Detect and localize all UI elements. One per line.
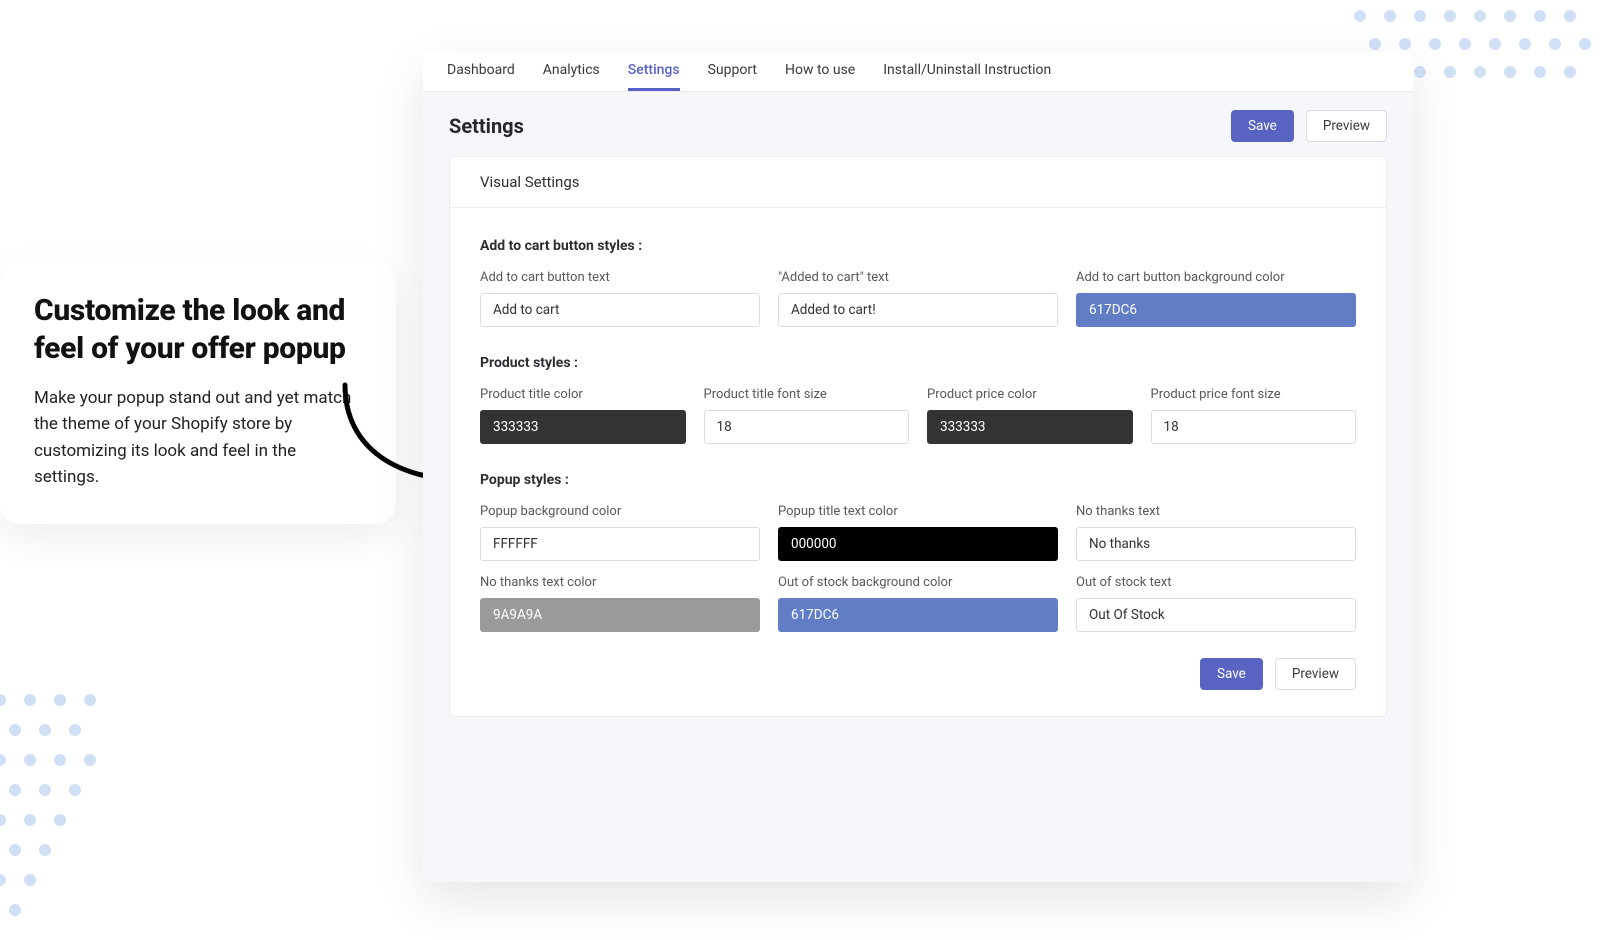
- decorative-dots-bottom-left: [0, 680, 180, 940]
- tab-howtouse[interactable]: How to use: [785, 52, 855, 91]
- input-nothanks-color[interactable]: 9A9A9A: [480, 598, 760, 632]
- input-oos-bg-color[interactable]: 617DC6: [778, 598, 1058, 632]
- input-atc-bg-color[interactable]: 617DC6: [1076, 293, 1356, 327]
- tab-settings[interactable]: Settings: [628, 52, 680, 91]
- label-product-title-color: Product title color: [480, 387, 686, 402]
- app-body: Settings Save Preview Visual Settings Ad…: [423, 92, 1413, 882]
- input-product-price-color[interactable]: 333333: [927, 410, 1133, 444]
- preview-button[interactable]: Preview: [1306, 110, 1387, 142]
- preview-button-bottom[interactable]: Preview: [1275, 658, 1356, 690]
- label-popup-title-color: Popup title text color: [778, 504, 1058, 519]
- label-atc-bg-color: Add to cart button background color: [1076, 270, 1356, 285]
- app-panel: Dashboard Analytics Settings Support How…: [423, 52, 1413, 882]
- save-button[interactable]: Save: [1231, 110, 1294, 142]
- label-nothanks-text: No thanks text: [1076, 504, 1356, 519]
- input-popup-bg-color[interactable]: FFFFFF: [480, 527, 760, 561]
- section-heading-product: Product styles :: [480, 355, 1356, 371]
- input-atc-button-text[interactable]: Add to cart: [480, 293, 760, 327]
- label-nothanks-color: No thanks text color: [480, 575, 760, 590]
- promo-title: Customize the look and feel of your offe…: [34, 292, 362, 367]
- label-product-price-size: Product price font size: [1151, 387, 1357, 402]
- input-product-title-color[interactable]: 333333: [480, 410, 686, 444]
- label-oos-bg-color: Out of stock background color: [778, 575, 1058, 590]
- input-nothanks-text[interactable]: No thanks: [1076, 527, 1356, 561]
- input-product-title-size[interactable]: 18: [704, 410, 910, 444]
- promo-card: Customize the look and feel of your offe…: [0, 262, 396, 524]
- tab-analytics[interactable]: Analytics: [543, 52, 600, 91]
- section-heading-popup: Popup styles :: [480, 472, 1356, 488]
- tab-bar: Dashboard Analytics Settings Support How…: [423, 52, 1413, 92]
- label-oos-text: Out of stock text: [1076, 575, 1356, 590]
- save-button-bottom[interactable]: Save: [1200, 658, 1263, 690]
- input-oos-text[interactable]: Out Of Stock: [1076, 598, 1356, 632]
- promo-text: Make your popup stand out and yet match …: [34, 385, 362, 490]
- tab-dashboard[interactable]: Dashboard: [447, 52, 515, 91]
- section-heading-addtocart: Add to cart button styles :: [480, 238, 1356, 254]
- label-product-price-color: Product price color: [927, 387, 1133, 402]
- tab-install[interactable]: Install/Uninstall Instruction: [883, 52, 1051, 91]
- input-popup-title-color[interactable]: 000000: [778, 527, 1058, 561]
- input-atc-added-text[interactable]: Added to cart!: [778, 293, 1058, 327]
- tab-support[interactable]: Support: [708, 52, 757, 91]
- label-popup-bg-color: Popup background color: [480, 504, 760, 519]
- card-header: Visual Settings: [450, 157, 1386, 208]
- label-atc-button-text: Add to cart button text: [480, 270, 760, 285]
- label-atc-added-text: "Added to cart" text: [778, 270, 1058, 285]
- visual-settings-card: Visual Settings Add to cart button style…: [449, 156, 1387, 717]
- label-product-title-size: Product title font size: [704, 387, 910, 402]
- input-product-price-size[interactable]: 18: [1151, 410, 1357, 444]
- page-title: Settings: [449, 114, 524, 138]
